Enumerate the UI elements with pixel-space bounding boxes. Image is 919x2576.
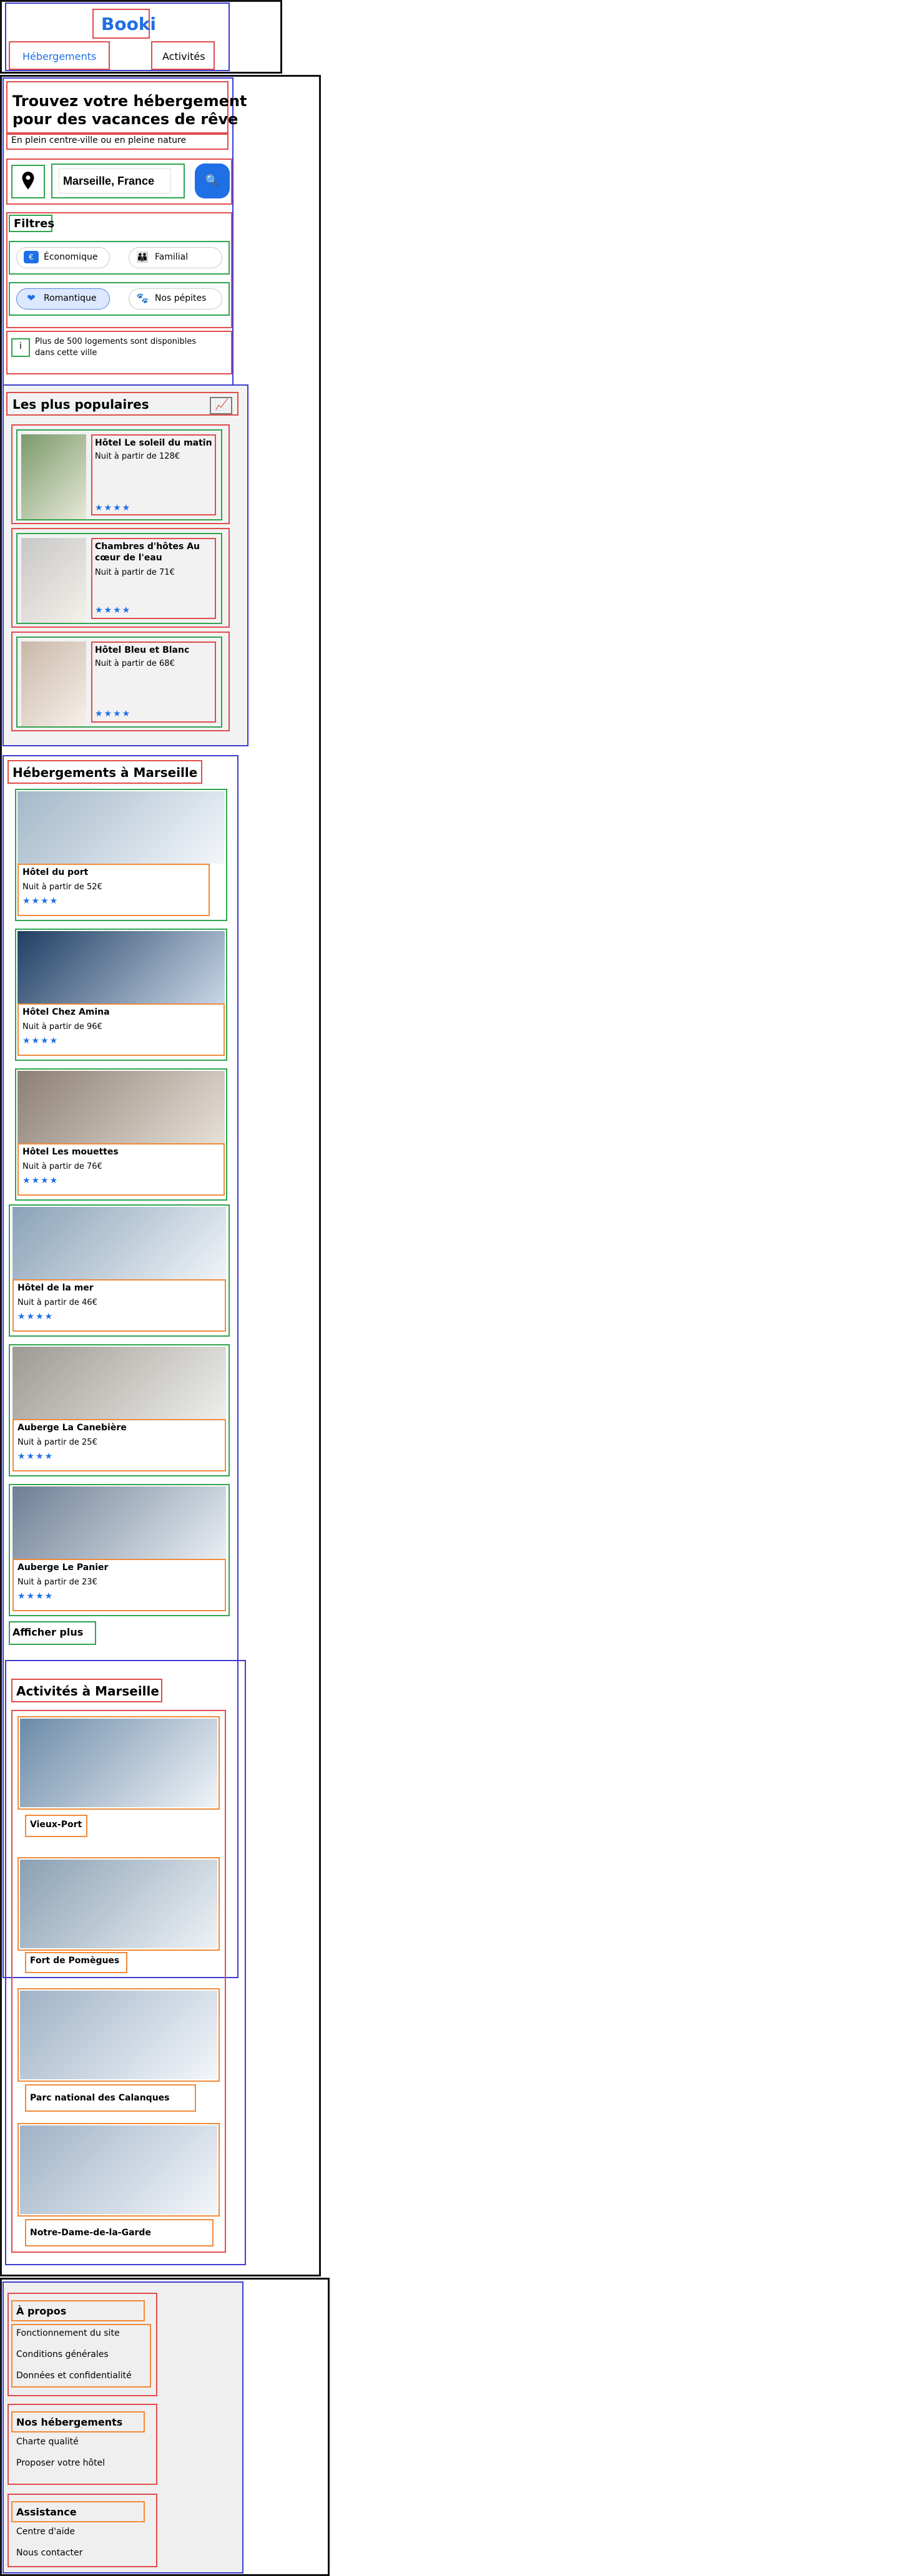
marseille-card-2-name: Hôtel Chez Amina <box>22 1007 110 1017</box>
marseille-card-4-stars: ★★★★ <box>17 1312 54 1322</box>
filters-label: Filtres <box>14 217 55 230</box>
activity-card-3-label: Parc national des Calanques <box>30 2093 170 2103</box>
money-icon: € <box>24 251 39 263</box>
footer-about-title: À propos <box>16 2305 67 2317</box>
marseille-card-6-price: Nuit à partir de 23€ <box>17 1578 97 1587</box>
info-text-line2: dans cette ville <box>35 348 97 358</box>
info-icon: i <box>19 341 22 351</box>
popular-card-3-stars: ★★★★ <box>95 709 132 719</box>
footer-link-charte[interactable]: Charte qualité <box>16 2436 79 2447</box>
marseille-card-3-image <box>17 1071 225 1143</box>
activity-card-1-label: Vieux-Port <box>30 1820 82 1830</box>
popular-card-1-image <box>21 434 86 519</box>
popular-card-3-name: Hôtel Bleu et Blanc <box>95 645 190 655</box>
popular-card-2-name-line2: cœur de l'eau <box>95 553 162 563</box>
marseille-card-2-price: Nuit à partir de 96€ <box>22 1022 102 1032</box>
activity-card-4-label: Notre-Dame-de-la-Garde <box>30 2228 151 2238</box>
marseille-card-4-name: Hôtel de la mer <box>17 1283 94 1293</box>
marseille-card-3-price: Nuit à partir de 76€ <box>22 1162 102 1171</box>
chart-icon: 📈 <box>215 398 229 411</box>
activity-card-4-image <box>20 2125 217 2214</box>
show-more-button[interactable]: Afficher plus <box>12 1626 83 1638</box>
search-title-line1: Trouvez votre hébergement <box>12 92 247 110</box>
footer-help-title: Assistance <box>16 2506 77 2518</box>
popular-card-3-price: Nuit à partir de 68€ <box>95 659 175 668</box>
filter-romantique-label: Romantique <box>44 293 97 303</box>
footer-link-centre-aide[interactable]: Centre d'aide <box>16 2526 75 2537</box>
marseille-card-1-name: Hôtel du port <box>22 867 89 877</box>
marseille-title: Hébergements à Marseille <box>12 765 198 780</box>
activity-card-3-image <box>20 1991 217 2079</box>
popular-card-2-price: Nuit à partir de 71€ <box>95 568 175 577</box>
activity-card-2-label: Fort de Pomègues <box>30 1956 120 1966</box>
activities-title: Activités à Marseille <box>16 1684 159 1699</box>
filter-nos-pepites-label: Nos pépites <box>155 293 207 303</box>
family-icon: 👪 <box>136 251 149 263</box>
heart-icon: ❤ <box>27 292 36 304</box>
nav-activites[interactable]: Activités <box>162 51 205 62</box>
marseille-card-2-image <box>17 931 225 1003</box>
marseille-card-4-price: Nuit à partir de 46€ <box>17 1298 97 1307</box>
footer-link-conditions[interactable]: Conditions générales <box>16 2349 109 2360</box>
popular-card-1-price: Nuit à partir de 128€ <box>95 452 180 461</box>
search-title-line2: pour des vacances de rêve <box>12 110 238 128</box>
search-subtitle: En plein centre-ville ou en pleine natur… <box>11 135 187 145</box>
popular-card-1-stars: ★★★★ <box>95 503 132 513</box>
filter-economique-label: Économique <box>44 252 98 262</box>
footer-link-donnees[interactable]: Données et confidentialité <box>16 2370 132 2381</box>
popular-card-2-name-line1: Chambres d'hôtes Au <box>95 542 200 552</box>
info-text-line1: Plus de 500 logements sont disponibles <box>35 337 197 346</box>
search-icon: 🔍 <box>205 174 220 187</box>
marseille-card-5-image <box>12 1347 226 1419</box>
marseille-card-3-stars: ★★★★ <box>22 1176 59 1186</box>
pet-icon: 🐾 <box>136 292 149 304</box>
marseille-card-5-price: Nuit à partir de 25€ <box>17 1438 97 1447</box>
filter-familial-label: Familial <box>155 252 189 262</box>
footer-link-proposer[interactable]: Proposer votre hôtel <box>16 2457 105 2469</box>
activity-card-1-image <box>20 1719 217 1807</box>
activity-card-2-image <box>20 1860 217 1948</box>
marseille-card-3-name: Hôtel Les mouettes <box>22 1147 119 1157</box>
footer-link-fonctionnement[interactable]: Fonctionnement du site <box>16 2328 120 2339</box>
marseille-card-6-image <box>12 1486 226 1559</box>
popular-card-2-stars: ★★★★ <box>95 605 132 615</box>
marseille-card-1-stars: ★★★★ <box>22 896 59 906</box>
marseille-card-2-stars: ★★★★ <box>22 1036 59 1046</box>
footer-hosting-title: Nos hébergements <box>16 2416 123 2428</box>
map-marker-icon <box>16 170 40 193</box>
search-button[interactable]: 🔍 <box>195 163 230 198</box>
marseille-card-5-stars: ★★★★ <box>17 1451 54 1461</box>
marseille-card-1-image <box>17 791 225 864</box>
marseille-card-6-stars: ★★★★ <box>17 1591 54 1601</box>
marseille-card-6-name: Auberge Le Panier <box>17 1563 109 1573</box>
popular-title: Les plus populaires <box>12 397 149 412</box>
nav-hebergements[interactable]: Hébergements <box>22 51 96 62</box>
marseille-card-1-price: Nuit à partir de 52€ <box>22 882 102 892</box>
popular-card-1-name: Hôtel Le soleil du matin <box>95 438 212 448</box>
brand-logo[interactable]: Booki <box>101 14 156 34</box>
marseille-card-5-name: Auberge La Canebière <box>17 1423 127 1433</box>
footer-link-contact[interactable]: Nous contacter <box>16 2547 82 2559</box>
marseille-card-4-image <box>12 1207 226 1279</box>
popular-card-2-image <box>21 538 86 623</box>
location-input[interactable] <box>59 168 171 193</box>
popular-card-3-image <box>21 642 86 726</box>
